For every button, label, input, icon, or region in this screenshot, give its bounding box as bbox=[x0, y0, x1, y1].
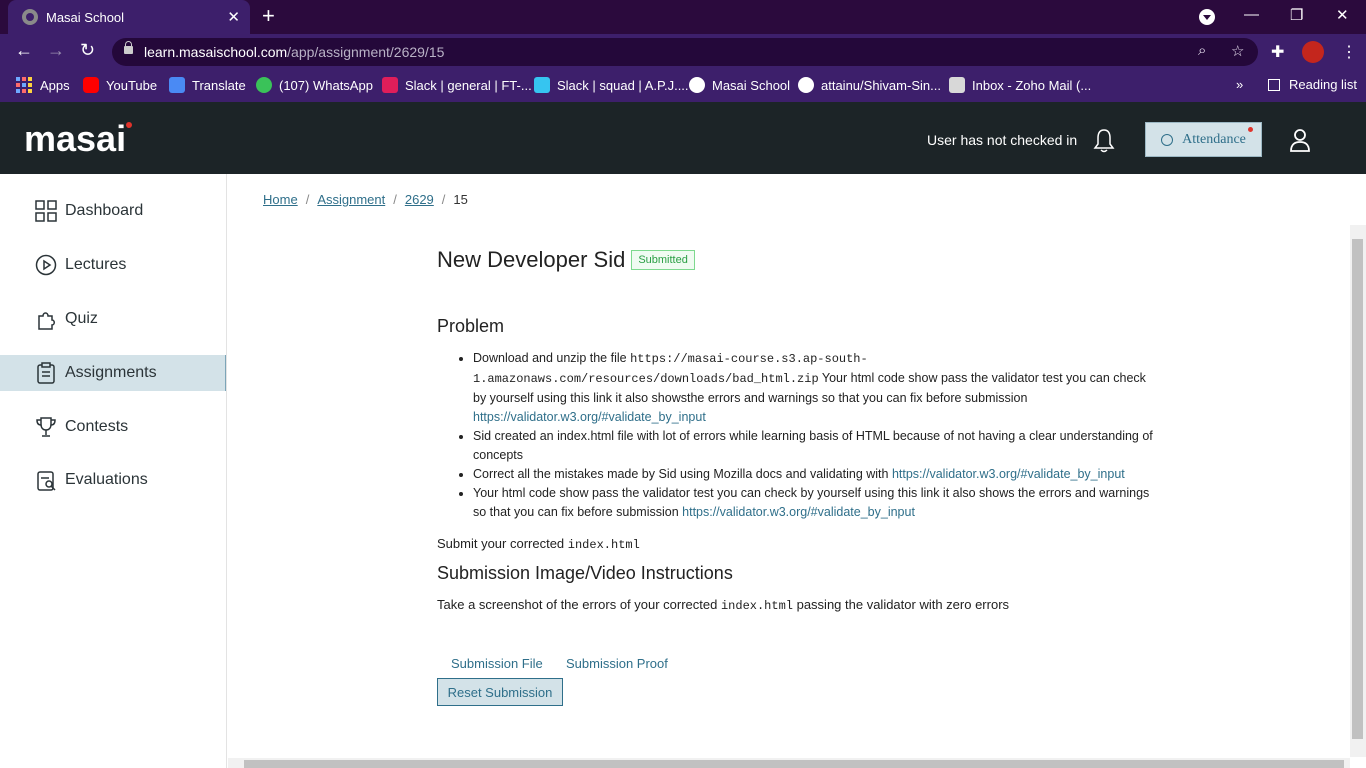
youtube-icon bbox=[83, 77, 99, 93]
reading-list-icon bbox=[1268, 78, 1280, 91]
bookmark-zoho[interactable]: Inbox - Zoho Mail (... bbox=[949, 77, 1091, 93]
sidebar-item-dashboard[interactable]: Dashboard bbox=[0, 193, 226, 229]
screenshot-instruction: Take a screenshot of the errors of your … bbox=[437, 597, 1010, 613]
vertical-scrollbar[interactable] bbox=[1350, 225, 1366, 757]
bookmark-apps[interactable]: Apps bbox=[16, 77, 70, 93]
slack-icon bbox=[534, 77, 550, 93]
breadcrumb-separator: / bbox=[305, 192, 310, 207]
browser-titlebar: Masai School ✕ + — ❐ ✕ bbox=[0, 0, 1366, 34]
breadcrumb-separator: / bbox=[393, 192, 397, 207]
trophy-icon bbox=[36, 417, 56, 437]
browser-toolbar: ← → ↻ learn.masaischool.com/app/assignme… bbox=[0, 34, 1366, 70]
masai-icon bbox=[689, 77, 705, 93]
logo-dot bbox=[126, 122, 132, 128]
sidebar: Dashboard Lectures Quiz Assignments Cont… bbox=[0, 174, 227, 768]
validator-link[interactable]: https://validator.w3.org/#validate_by_in… bbox=[473, 410, 706, 424]
bookmark-youtube[interactable]: YouTube bbox=[83, 77, 157, 93]
forward-icon[interactable]: → bbox=[47, 40, 65, 61]
problem-list: Download and unzip the file https://masa… bbox=[473, 349, 1153, 522]
sidebar-item-contests[interactable]: Contests bbox=[0, 409, 226, 445]
favicon-icon bbox=[22, 9, 38, 25]
attendance-button[interactable]: Attendance bbox=[1145, 122, 1262, 157]
url-text: learn.masaischool.com/app/assignment/262… bbox=[144, 44, 445, 60]
close-window-icon[interactable]: ✕ bbox=[1336, 6, 1349, 24]
file-name: index.html bbox=[567, 538, 640, 552]
bookmark-translate[interactable]: Translate bbox=[169, 77, 246, 93]
github-icon bbox=[798, 77, 814, 93]
app-header: masai User has not checked in Attendance bbox=[0, 102, 1366, 174]
slack-icon bbox=[382, 77, 398, 93]
sidebar-item-evaluations[interactable]: Evaluations bbox=[0, 462, 226, 498]
bookmarks-bar: Apps YouTube Translate (107) WhatsApp Sl… bbox=[0, 70, 1366, 102]
clock-icon bbox=[1161, 133, 1174, 146]
vertical-scroll-thumb[interactable] bbox=[1352, 239, 1363, 739]
close-tab-icon[interactable]: ✕ bbox=[227, 8, 240, 26]
status-badge: Submitted bbox=[631, 250, 695, 270]
reading-list-button[interactable]: Reading list bbox=[1268, 77, 1357, 92]
browser-tab[interactable]: Masai School ✕ bbox=[8, 0, 250, 34]
profile-menu-icon[interactable] bbox=[1199, 9, 1215, 25]
notification-dot bbox=[1248, 127, 1253, 132]
horizontal-scrollbar[interactable] bbox=[228, 758, 1350, 768]
bookmark-slack-squad[interactable]: Slack | squad | A.P.J.... bbox=[534, 77, 689, 93]
bookmark-github[interactable]: attainu/Shivam-Sin... bbox=[798, 77, 941, 93]
instructions-heading: Submission Image/Video Instructions bbox=[437, 563, 733, 583]
whatsapp-icon bbox=[256, 77, 272, 93]
problem-heading: Problem bbox=[437, 316, 505, 336]
reset-submission-button[interactable]: Reset Submission bbox=[437, 678, 563, 706]
sidebar-item-assignments[interactable]: Assignments bbox=[0, 355, 226, 391]
play-circle-icon bbox=[35, 254, 57, 276]
extensions-icon[interactable]: ✚ bbox=[1271, 42, 1284, 62]
browser-avatar[interactable] bbox=[1302, 41, 1324, 63]
bookmark-whatsapp[interactable]: (107) WhatsApp bbox=[256, 77, 373, 93]
dashboard-icon bbox=[35, 200, 57, 222]
list-item: Correct all the mistakes made by Sid usi… bbox=[473, 465, 1153, 484]
apps-grid-icon bbox=[16, 77, 32, 93]
translate-icon bbox=[169, 77, 185, 93]
mail-icon bbox=[949, 77, 965, 93]
evaluation-icon bbox=[37, 471, 56, 491]
minimize-icon[interactable]: — bbox=[1244, 6, 1259, 23]
puzzle-icon bbox=[38, 312, 55, 330]
breadcrumb-assignment[interactable]: Assignment bbox=[317, 192, 385, 207]
sidebar-item-lectures[interactable]: Lectures bbox=[0, 247, 226, 283]
horizontal-scroll-thumb[interactable] bbox=[244, 760, 1344, 768]
breadcrumb-home[interactable]: Home bbox=[263, 192, 298, 207]
zoom-icon[interactable]: ⌕ bbox=[1198, 42, 1206, 59]
breadcrumb-current: 15 bbox=[453, 192, 468, 207]
tab-submission-file[interactable]: Submission File bbox=[451, 656, 543, 671]
sidebar-item-quiz[interactable]: Quiz bbox=[0, 301, 226, 337]
restore-icon[interactable]: ❐ bbox=[1290, 6, 1303, 24]
clipboard-icon bbox=[37, 362, 55, 384]
masai-logo[interactable]: masai bbox=[24, 118, 126, 160]
title-row: New Developer Sid Submitted bbox=[437, 240, 1147, 280]
breadcrumb-separator: / bbox=[441, 192, 446, 207]
file-name: index.html bbox=[720, 599, 793, 613]
back-icon[interactable]: ← bbox=[15, 40, 33, 61]
tab-title: Masai School bbox=[46, 9, 125, 25]
breadcrumb: Home / Assignment / 2629 / 15 bbox=[263, 192, 468, 207]
list-item: Sid created an index.html file with lot … bbox=[473, 427, 1153, 465]
more-bookmarks-icon[interactable]: » bbox=[1236, 77, 1243, 92]
new-tab-icon[interactable]: + bbox=[262, 5, 275, 27]
checkin-status: User has not checked in bbox=[927, 132, 1078, 148]
submit-instruction: Submit your corrected index.html bbox=[437, 536, 640, 552]
user-icon[interactable] bbox=[1289, 127, 1311, 153]
bell-icon[interactable] bbox=[1093, 127, 1115, 153]
bookmark-masai[interactable]: Masai School bbox=[689, 77, 790, 93]
lock-icon bbox=[124, 41, 133, 54]
address-bar[interactable]: learn.masaischool.com/app/assignment/262… bbox=[112, 38, 1258, 66]
validator-link[interactable]: https://validator.w3.org/#validate_by_in… bbox=[892, 467, 1125, 481]
bookmark-slack-general[interactable]: Slack | general | FT-... bbox=[382, 77, 532, 93]
assignment-content: New Developer Sid Submitted Problem Down… bbox=[437, 240, 1153, 706]
list-item: Your html code show pass the validator t… bbox=[473, 484, 1153, 522]
bookmark-star-icon[interactable]: ☆ bbox=[1231, 42, 1244, 60]
page-title: New Developer Sid bbox=[437, 247, 626, 272]
tab-submission-proof[interactable]: Submission Proof bbox=[566, 656, 668, 671]
breadcrumb-id[interactable]: 2629 bbox=[405, 192, 434, 207]
menu-kebab-icon[interactable]: ⋮ bbox=[1341, 42, 1357, 62]
reload-icon[interactable]: ↻ bbox=[80, 40, 95, 61]
list-item: Download and unzip the file https://masa… bbox=[473, 349, 1153, 427]
validator-link[interactable]: https://validator.w3.org/#validate_by_in… bbox=[682, 505, 915, 519]
